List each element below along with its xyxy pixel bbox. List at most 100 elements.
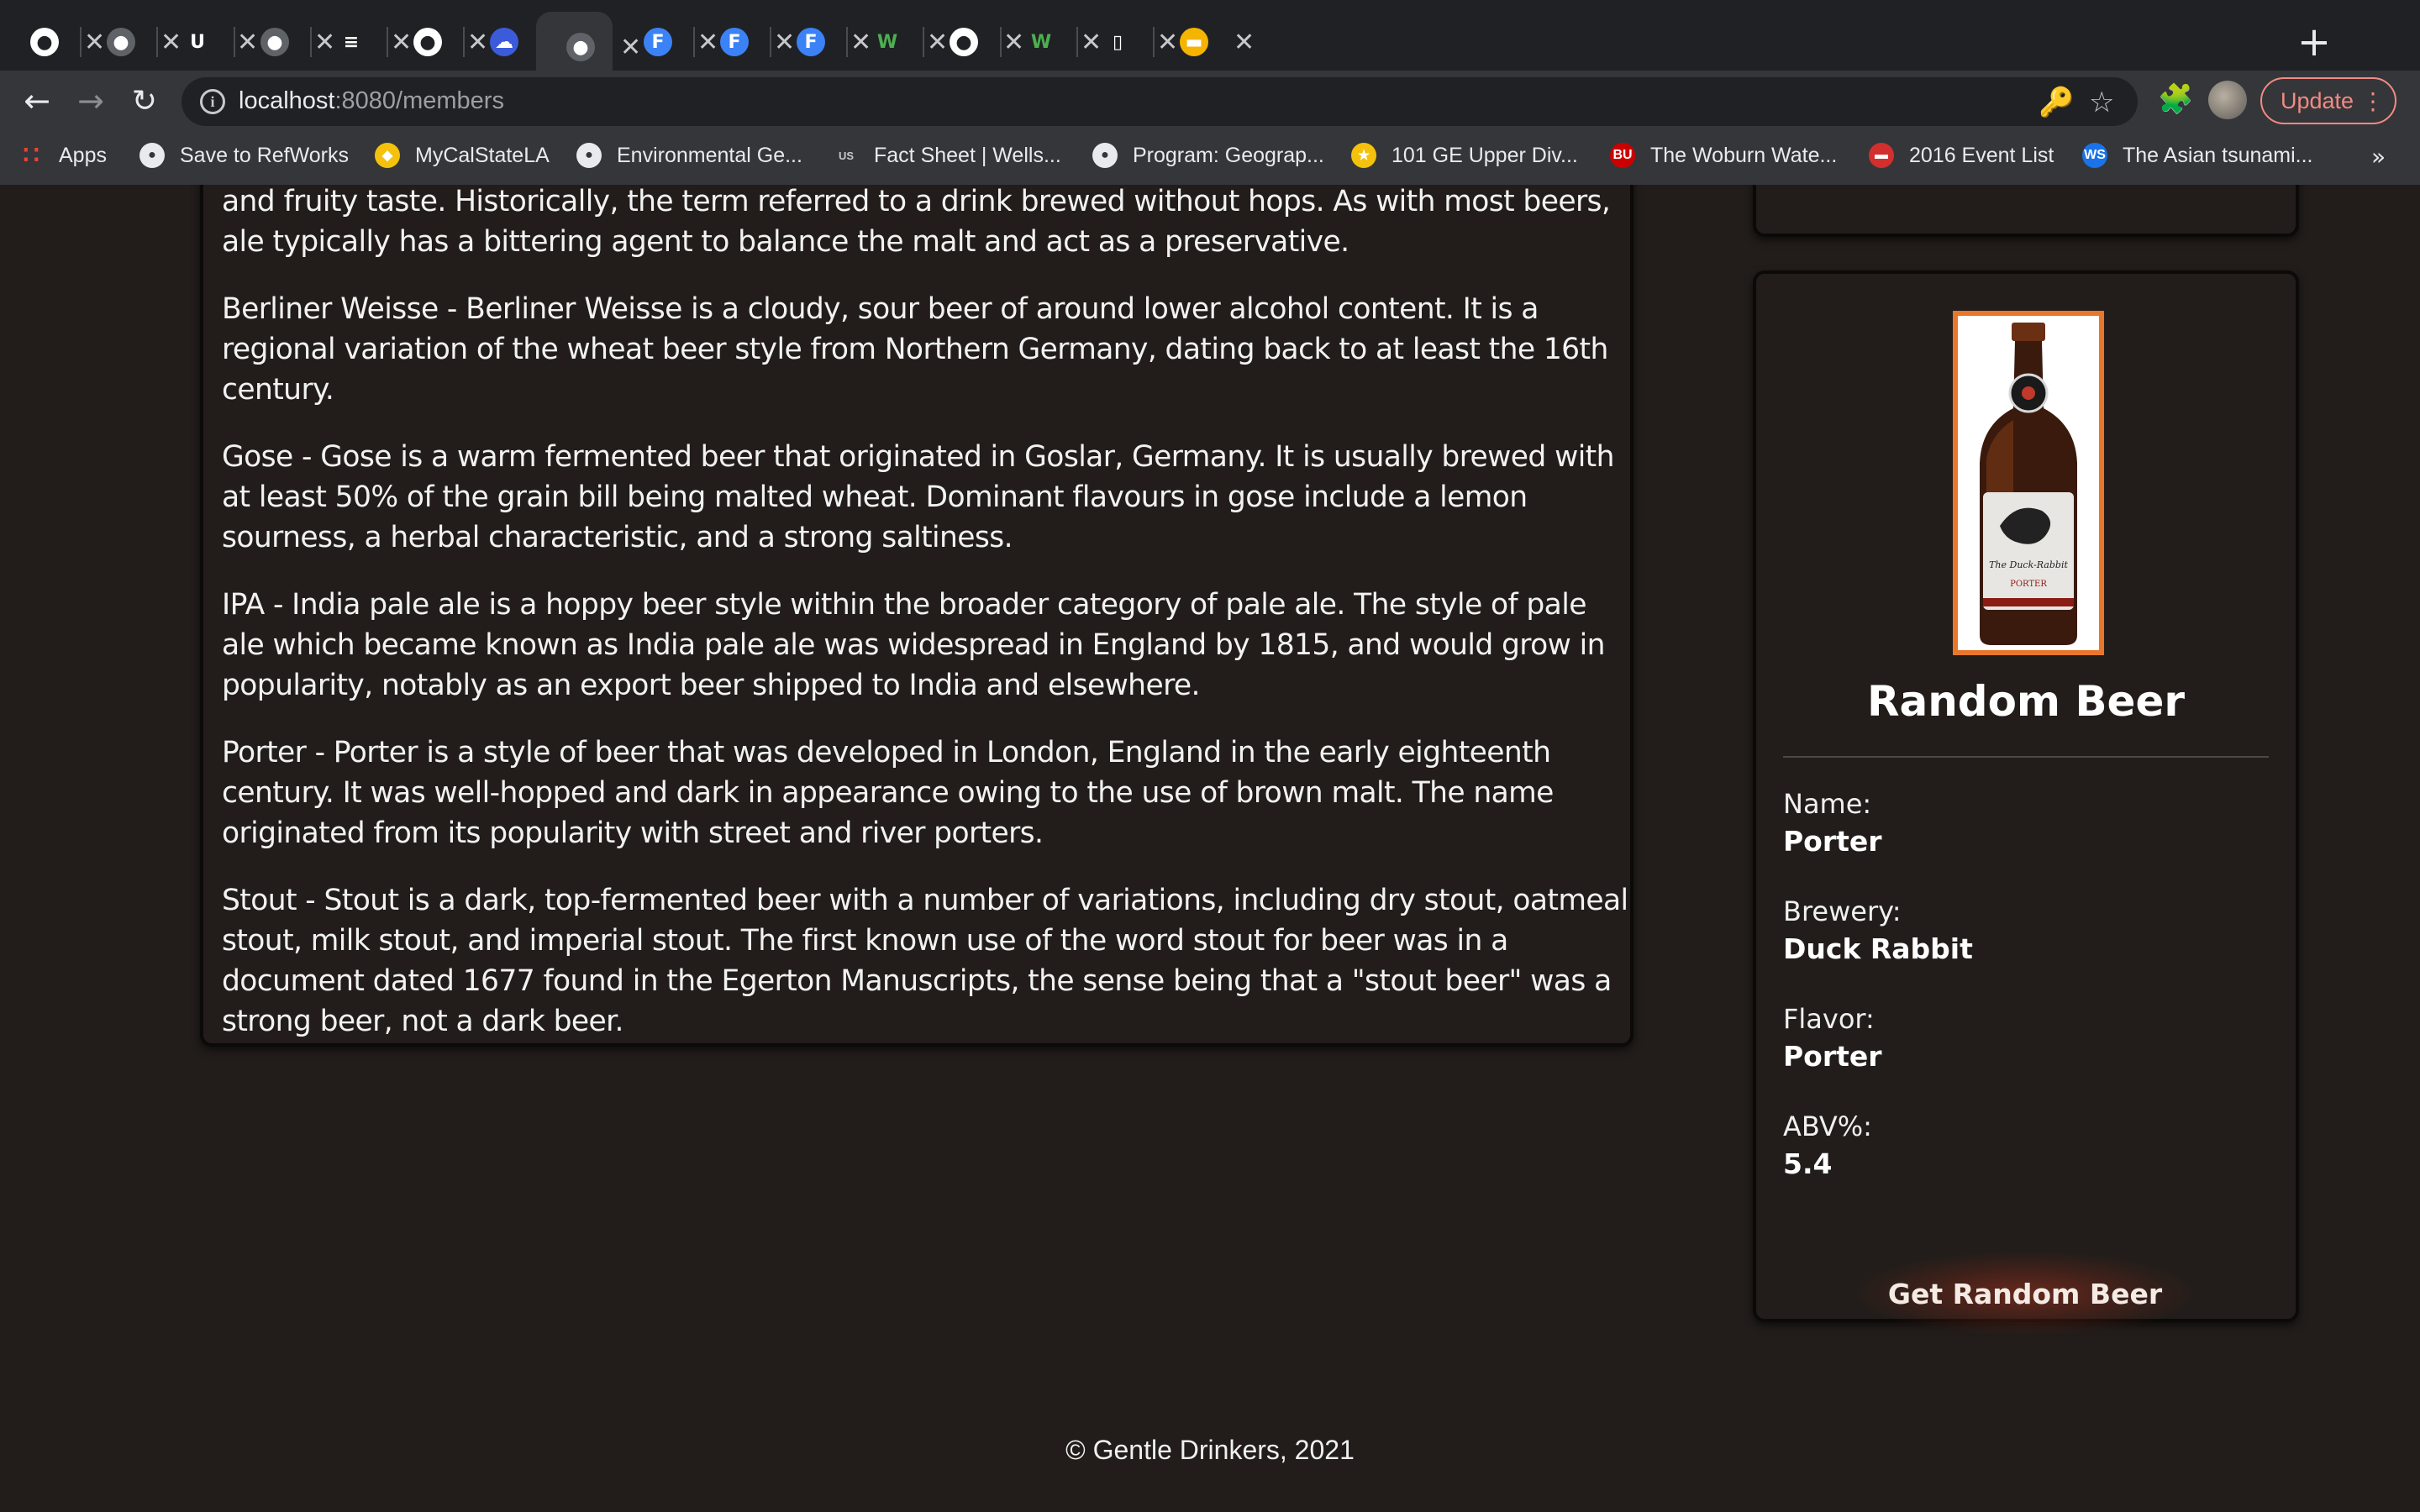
avatar[interactable] — [2208, 81, 2247, 119]
globe-icon: ● — [260, 28, 289, 56]
update-button[interactable]: Update ⋮ — [2260, 77, 2396, 124]
bookmark-5[interactable]: US Fact Sheet | Wells... — [834, 143, 1061, 168]
tab-separator — [156, 27, 158, 57]
beer-styles-card: and fruity taste. Historically, the term… — [200, 185, 1634, 1047]
new-tab-button[interactable]: + — [2294, 18, 2334, 66]
tab-14[interactable]: WHow✕ — [997, 12, 1102, 72]
f-icon: F — [720, 28, 749, 56]
bookmark-label: 101 GE Upper Div... — [1392, 143, 1578, 167]
bookmark-label: Environmental Ge... — [617, 143, 802, 167]
f-icon: F — [644, 28, 672, 56]
update-label: Update — [2281, 87, 2354, 113]
beer-bottle-icon: The Duck-Rabbit PORTER — [1958, 316, 2099, 650]
ws-icon: WS — [2082, 143, 2107, 168]
beer-style-berliner-weisse: Berliner Weisse - Berliner Weisse is a c… — [222, 292, 1608, 407]
document-icon: ▯ — [1103, 28, 1132, 56]
bookmark-9[interactable]: ▬ 2016 Event List — [1869, 143, 2054, 168]
tab-13[interactable]: ●roa✕ — [919, 12, 1024, 72]
bookmarks-bar: ∷ Apps ● Save to RefWorks ◆ MyCalStateLA ● Envi… — [0, 131, 2420, 185]
globe-icon: ● — [107, 28, 135, 56]
reload-button[interactable]: ↻ — [124, 81, 165, 121]
globe-icon: ● — [576, 143, 602, 168]
get-random-beer-button[interactable]: Get Random Beer — [1857, 1252, 2193, 1336]
footer-copyright: © Gentle Drinkers, 2021 — [1065, 1435, 1355, 1465]
info-icon[interactable]: i — [200, 89, 225, 114]
bookmark-label: Apps — [59, 143, 107, 167]
random-beer-title: Random Beer — [1866, 677, 2186, 726]
slides-icon: ▬ — [1180, 28, 1208, 56]
name-value: Porter — [1783, 825, 1882, 858]
calstate-icon: ★ — [1351, 143, 1376, 168]
tab-4[interactable]: ●My✕ — [230, 12, 335, 72]
page-content: and fruity taste. Historically, the term… — [0, 185, 2420, 1512]
abv-label: ABV%: — [1783, 1110, 1872, 1142]
tab-9[interactable]: FBro✕ — [613, 12, 718, 72]
browser-toolbar: ← → ↻ i localhost:8080/members 🔑 ☆ 🧩 Upd… — [0, 71, 2420, 131]
tab-7[interactable]: ☁Cloud✕ — [460, 12, 565, 72]
github-icon: ● — [413, 28, 442, 56]
bookmark-label: Save to RefWorks — [180, 143, 350, 167]
tab-separator — [923, 27, 924, 57]
bookmark-6[interactable]: ● Program: Geograp... — [1092, 143, 1324, 168]
tab-3[interactable]: UCanvas✕ — [153, 12, 258, 72]
brewery-value: Duck Rabbit — [1783, 932, 1973, 965]
bookmark-2[interactable]: ● Save to RefWorks — [139, 143, 349, 168]
back-button[interactable]: ← — [17, 81, 57, 121]
shield-icon: ◆ — [375, 143, 400, 168]
address-bar[interactable]: i localhost:8080/members 🔑 ☆ — [182, 77, 2138, 126]
top-side-card — [1753, 185, 2299, 237]
github-icon: ● — [950, 28, 978, 56]
globe-icon: ● — [566, 33, 595, 61]
flavor-label: Flavor: — [1783, 1003, 1875, 1035]
tab-10[interactable]: FBeh✕ — [690, 12, 795, 72]
tab-separator — [387, 27, 388, 57]
name-label: Name: — [1783, 788, 1872, 820]
bookmark-1[interactable]: ∷ Apps — [18, 141, 107, 170]
close-icon[interactable]: ✕ — [1234, 28, 1255, 57]
github-icon: ● — [30, 28, 59, 56]
beer-style-porter: Porter - Porter is a style of beer that … — [222, 736, 1554, 850]
tab-2[interactable]: ●Dashboard✕ — [76, 12, 182, 72]
key-icon[interactable]: 🔑 — [2039, 86, 2074, 119]
tab-11[interactable]: FPro✕ — [766, 12, 871, 72]
tab-5[interactable]: ≡Sequelize✕ — [307, 12, 412, 72]
puzzle-icon[interactable]: 🧩 — [2158, 82, 2193, 116]
sequelize-icon: ≡ — [337, 28, 366, 56]
tab-6[interactable]: ●mar✕ — [383, 12, 488, 72]
star-icon[interactable]: ☆ — [2089, 86, 2114, 119]
apps-grid-icon: ∷ — [23, 141, 39, 170]
beer-style-ipa: IPA - India pale ale is a hoppy beer sty… — [222, 588, 1605, 702]
tab-15[interactable]: ▯Mal✕ — [1073, 12, 1178, 72]
bookmark-label: The Woburn Wate... — [1650, 143, 1838, 167]
chevron-double-right-icon[interactable]: » — [2371, 143, 2386, 171]
tab-1[interactable]: ●GitHub✕ — [0, 12, 105, 72]
url-text[interactable]: localhost:8080/members — [239, 87, 504, 115]
epa-icon: US — [838, 149, 855, 162]
tab-separator — [80, 27, 82, 57]
globe-icon: ● — [139, 143, 165, 168]
f-icon: F — [797, 28, 825, 56]
brewery-label: Brewery: — [1783, 895, 1902, 927]
bottle-label-style: PORTER — [2010, 580, 2047, 589]
bookmark-label: 2016 Event List — [1909, 143, 2054, 167]
bookmark-4[interactable]: ● Environmental Ge... — [576, 143, 802, 168]
bookmark-label: MyCalStateLA — [415, 143, 550, 167]
bookmark-8[interactable]: BU The Woburn Wate... — [1610, 143, 1837, 168]
bookmark-3[interactable]: ◆ MyCalStateLA — [375, 143, 550, 168]
tab-12[interactable]: WCSS✕ — [843, 12, 948, 72]
divider — [1783, 756, 2269, 758]
tab-separator — [1153, 27, 1155, 57]
random-beer-card: The Duck-Rabbit PORTER Random Beer Name:… — [1753, 270, 2299, 1336]
tab-16[interactable]: ▬The✕ — [1150, 12, 1255, 72]
bookmark-10[interactable]: WS The Asian tsunami... — [2082, 143, 2313, 168]
bu-icon: BU — [1610, 143, 1635, 168]
bookmark-7[interactable]: ★ 101 GE Upper Div... — [1351, 143, 1578, 168]
w-icon: W — [1030, 31, 1052, 53]
bookmark-label: The Asian tsunami... — [2123, 143, 2313, 167]
abv-value: 5.4 — [1783, 1147, 1833, 1180]
forward-button[interactable]: → — [71, 81, 111, 121]
magnet-icon: U — [183, 28, 212, 56]
beer-style-gose: Gose - Gose is a warm fermented beer tha… — [222, 440, 1614, 554]
menu-dots-icon[interactable]: ⋮ — [2361, 87, 2385, 115]
tab-separator — [310, 27, 312, 57]
